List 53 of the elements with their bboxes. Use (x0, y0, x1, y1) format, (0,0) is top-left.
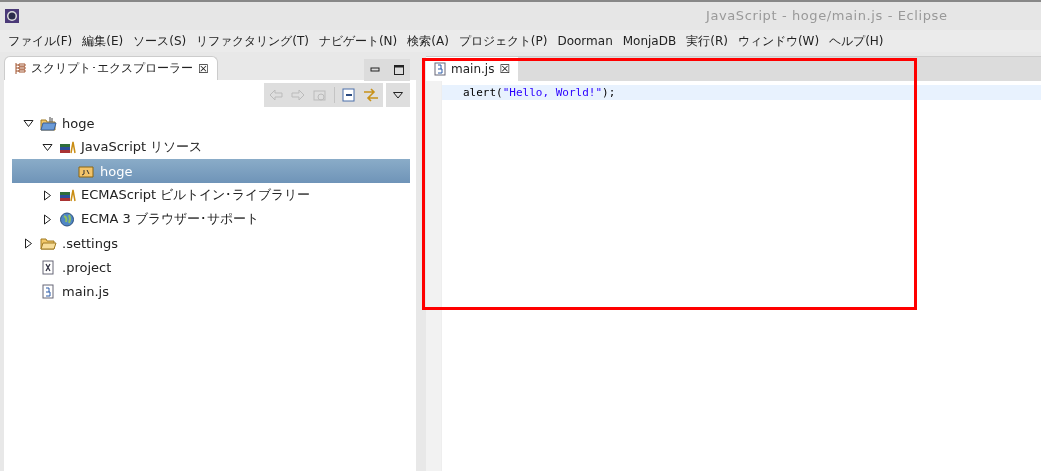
menu-item[interactable]: プロジェクト(P) (453, 32, 553, 50)
editor-tab[interactable]: main.js ☒ (426, 57, 519, 81)
window-title: JavaScript - hoge/main.js - Eclipse (706, 8, 948, 23)
script-file-icon (40, 283, 57, 299)
script-file-icon (434, 62, 446, 76)
close-icon[interactable]: ☒ (499, 62, 511, 76)
package-folder-icon (78, 163, 95, 179)
dropdown-icon (393, 91, 403, 99)
view-tab[interactable]: スクリプト･エクスプローラー ☒ (4, 56, 218, 80)
minimize-icon[interactable] (370, 65, 380, 75)
expanded-triangle-icon[interactable] (23, 117, 34, 129)
tree-label: .settings (61, 235, 118, 251)
tree-label: main.js (61, 283, 109, 299)
tree-label: hoge (61, 115, 95, 131)
tree-item[interactable]: main.js (12, 279, 410, 303)
tree-label: hoge (99, 163, 133, 179)
menu-item[interactable]: 検索(A) (402, 32, 454, 50)
collapsed-triangle-icon[interactable] (42, 189, 53, 201)
books-icon (59, 187, 76, 203)
tree-item[interactable]: ECMAScript ビルトイン･ライブラリー (12, 183, 410, 207)
menu-item[interactable]: リファクタリング(T) (191, 32, 314, 50)
folder-icon (40, 235, 57, 251)
tree-item[interactable]: .project (12, 255, 410, 279)
tree-label: ECMA 3 ブラウザー･サポート (80, 210, 259, 228)
menu-item[interactable]: ヘルプ(H) (824, 32, 889, 50)
tree-item[interactable]: JavaScript リソース (12, 135, 410, 159)
tree-label: ECMAScript ビルトイン･ライブラリー (80, 186, 311, 204)
expanded-triangle-icon[interactable] (42, 141, 53, 153)
menu-item[interactable]: Doorman (552, 34, 618, 48)
xml-file-icon (40, 259, 57, 275)
menu-item[interactable]: ウィンドウ(W) (732, 32, 825, 50)
maximize-icon[interactable] (394, 65, 404, 75)
close-icon[interactable]: ☒ (198, 61, 209, 76)
menu-item[interactable]: MonjaDB (617, 34, 682, 48)
tree-label: .project (61, 259, 112, 275)
menu-item[interactable]: 実行(R) (681, 32, 733, 50)
tree-item[interactable]: .settings (12, 231, 410, 255)
tree-item[interactable]: ECMA 3 ブラウザー･サポート (12, 207, 410, 231)
collapsed-triangle-icon[interactable] (42, 213, 53, 225)
menu-item[interactable]: ソース(S) (128, 32, 192, 50)
eclipse-icon (5, 9, 19, 23)
project-folder-icon (40, 115, 57, 131)
view-menu-button[interactable] (386, 83, 410, 107)
tree-item[interactable]: hoge (12, 111, 410, 135)
collapsed-triangle-icon[interactable] (23, 237, 34, 249)
globe-icon (59, 211, 76, 227)
books-icon (59, 139, 76, 155)
menu-item[interactable]: ファイル(F) (3, 32, 78, 50)
tree-label: JavaScript リソース (79, 138, 203, 156)
collapse-all-icon[interactable] (341, 88, 357, 102)
menu-item[interactable]: ナビゲート(N) (313, 32, 403, 50)
hierarchy-icon (14, 62, 26, 75)
menu-item[interactable]: 編集(E) (77, 32, 129, 50)
